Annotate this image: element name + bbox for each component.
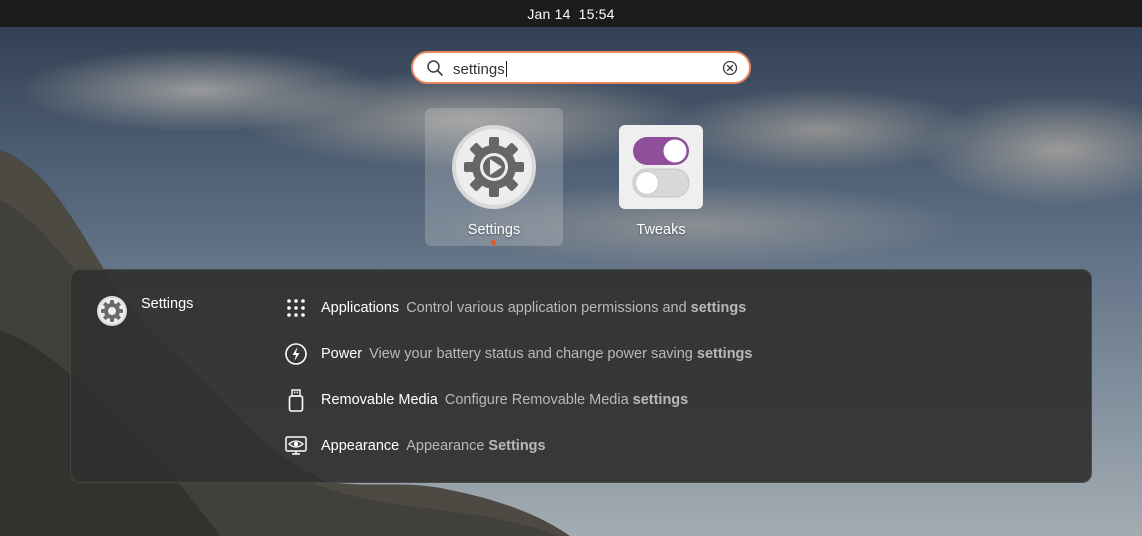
- top-bar: Jan 14 15:54: [0, 0, 1142, 27]
- clock[interactable]: Jan 14 15:54: [527, 6, 614, 22]
- result-match: settings: [696, 346, 753, 362]
- app-tile-tweaks[interactable]: Tweaks: [592, 108, 730, 246]
- power-icon: [285, 343, 307, 365]
- search-entry[interactable]: settings: [411, 51, 751, 84]
- provider-name: Settings: [141, 296, 194, 312]
- app-tile-settings[interactable]: Settings: [425, 108, 563, 246]
- result-match: settings: [632, 392, 689, 408]
- result-title: Power: [321, 346, 363, 362]
- settings-gear-icon: [452, 125, 536, 209]
- running-indicator: [491, 240, 496, 245]
- removable-media-icon: [288, 389, 304, 412]
- clock-date: Jan 14: [527, 5, 571, 22]
- result-item-power[interactable]: Power View your battery status and chang…: [284, 339, 752, 369]
- appearance-icon: [285, 436, 307, 455]
- clock-time: 15:54: [578, 5, 615, 22]
- result-item-applications[interactable]: Applications Control various application…: [284, 293, 746, 323]
- settings-gear-icon: [97, 296, 127, 326]
- search-results-panel: Settings Applications Control various ap…: [70, 269, 1092, 483]
- result-description: Configure Removable Media: [444, 392, 629, 408]
- apps-grid-icon: [287, 299, 305, 317]
- text-cursor: [505, 61, 507, 77]
- result-item-appearance[interactable]: Appearance Appearance Settings: [284, 431, 546, 461]
- result-title: Removable Media: [321, 392, 438, 408]
- search-input[interactable]: settings: [453, 59, 713, 79]
- result-title: Appearance: [321, 438, 400, 454]
- app-label-settings: Settings: [467, 222, 521, 238]
- result-description: Control various application permissions …: [406, 300, 687, 316]
- tweaks-toggle-icon: [619, 125, 703, 209]
- search-icon: [427, 60, 443, 76]
- search-text: settings: [453, 60, 505, 78]
- clear-icon[interactable]: [722, 60, 738, 76]
- result-provider-settings[interactable]: Settings: [97, 296, 193, 326]
- app-label-tweaks: Tweaks: [636, 222, 686, 238]
- result-description: View your battery status and change powe…: [369, 346, 693, 362]
- result-match: Settings: [488, 438, 546, 454]
- result-match: settings: [690, 300, 747, 316]
- result-description: Appearance: [406, 438, 485, 454]
- result-item-removable-media[interactable]: Removable Media Configure Removable Medi…: [284, 385, 688, 415]
- result-title: Applications: [321, 300, 400, 316]
